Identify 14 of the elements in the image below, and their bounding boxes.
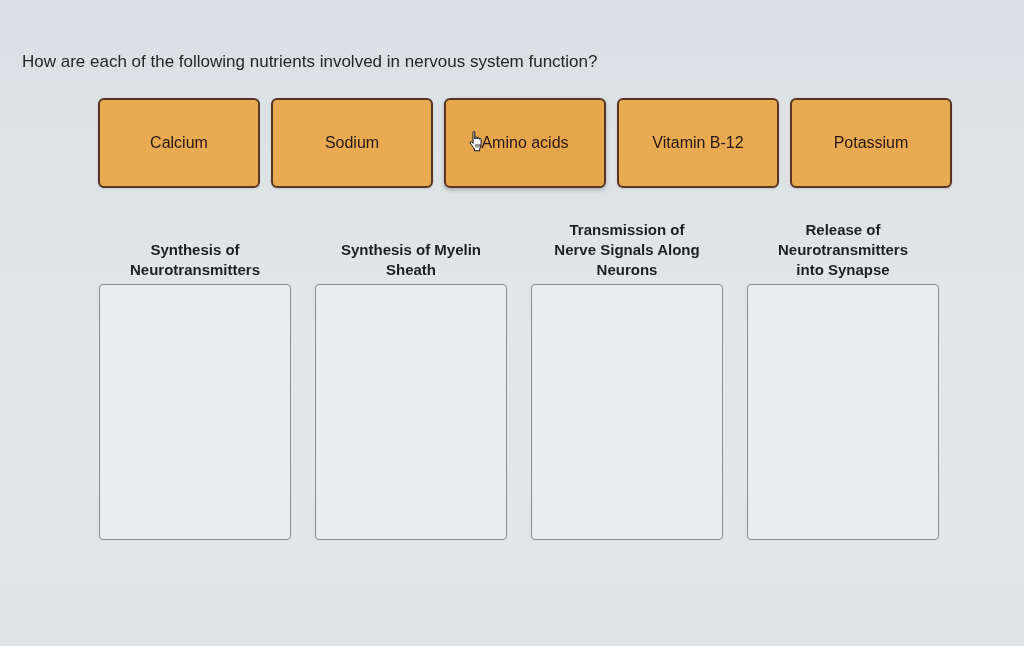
answer-card[interactable]: Potassium <box>790 98 952 188</box>
category-heading: Transmission of Nerve Signals Along Neurons <box>553 220 701 280</box>
category-heading: Synthesis of Neurotransmitters <box>128 240 261 280</box>
answer-card[interactable]: Amino acids <box>444 98 606 188</box>
category-heading: Synthesis of Myelin Sheath <box>339 240 482 280</box>
category-heading: Release of Neurotransmitters into Synapse <box>776 220 909 280</box>
drop-zone[interactable] <box>747 284 939 540</box>
drop-zone[interactable] <box>99 284 291 540</box>
question-text: How are each of the following nutrients involved in nervous system function? <box>22 52 598 72</box>
drop-zone[interactable] <box>315 284 507 540</box>
drop-zone[interactable] <box>531 284 723 540</box>
answer-card[interactable]: Vitamin B-12 <box>617 98 779 188</box>
answer-card[interactable]: Sodium <box>271 98 433 188</box>
answer-card[interactable]: Calcium <box>98 98 260 188</box>
